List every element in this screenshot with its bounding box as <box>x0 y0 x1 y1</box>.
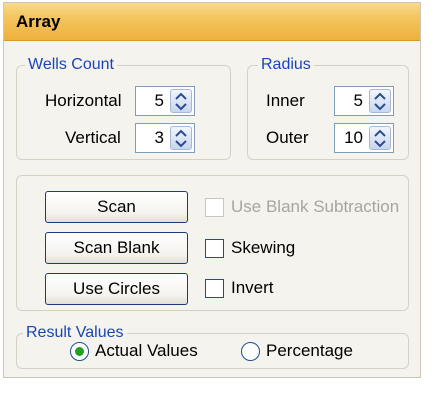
outer-spin-buttons[interactable] <box>369 126 391 150</box>
spin-down-icon[interactable] <box>374 103 386 111</box>
scan-options-group: Scan Scan Blank Use Circles Use Blank Su… <box>16 175 409 311</box>
spin-up-icon[interactable] <box>175 129 187 137</box>
actual-values-radio[interactable] <box>70 342 89 361</box>
spin-down-icon[interactable] <box>374 140 386 148</box>
spin-up-icon[interactable] <box>374 129 386 137</box>
inner-label: Inner <box>266 91 305 110</box>
percentage-label: Percentage <box>266 341 353 360</box>
panel-title: Array <box>4 3 420 41</box>
horizontal-label: Horizontal <box>45 91 122 110</box>
scan-button[interactable]: Scan <box>45 191 188 223</box>
spin-up-icon[interactable] <box>175 92 187 100</box>
use-blank-subtraction-label: Use Blank Subtraction <box>231 197 400 216</box>
scan-blank-button[interactable]: Scan Blank <box>45 232 188 264</box>
radio-selected-dot <box>75 347 84 356</box>
vertical-spin-buttons[interactable] <box>170 126 192 150</box>
horizontal-spin-buttons[interactable] <box>170 89 192 113</box>
percentage-radio[interactable] <box>241 342 260 361</box>
actual-values-label: Actual Values <box>95 341 198 360</box>
horizontal-spinbox[interactable]: 5 <box>135 86 195 116</box>
radius-group: Radius Inner 5 Outer 10 <box>247 55 409 160</box>
inner-value: 5 <box>353 91 363 110</box>
invert-checkbox[interactable] <box>205 279 224 298</box>
spin-up-icon[interactable] <box>374 92 386 100</box>
skewing-label: Skewing <box>231 238 296 257</box>
wells-count-group: Wells Count Horizontal 5 Vertical 3 <box>16 55 231 160</box>
result-values-group: Result Values Actual Values Percentage <box>16 323 409 369</box>
wells-count-legend: Wells Count <box>25 55 117 75</box>
vertical-spinbox[interactable]: 3 <box>135 123 195 153</box>
use-circles-button[interactable]: Use Circles <box>45 273 188 305</box>
array-panel: Array Wells Count Horizontal 5 Vertical … <box>3 2 421 378</box>
outer-value: 10 <box>344 128 363 147</box>
outer-spinbox[interactable]: 10 <box>334 123 394 153</box>
inner-spin-buttons[interactable] <box>369 89 391 113</box>
invert-label: Invert <box>231 278 274 297</box>
outer-label: Outer <box>266 128 309 147</box>
horizontal-value: 5 <box>154 91 164 110</box>
skewing-checkbox[interactable] <box>205 239 224 258</box>
vertical-label: Vertical <box>65 128 121 147</box>
spin-down-icon[interactable] <box>175 140 187 148</box>
spin-down-icon[interactable] <box>175 103 187 111</box>
use-blank-subtraction-checkbox[interactable] <box>205 198 224 217</box>
radius-legend: Radius <box>258 55 314 75</box>
vertical-value: 3 <box>154 128 164 147</box>
inner-spinbox[interactable]: 5 <box>334 86 394 116</box>
